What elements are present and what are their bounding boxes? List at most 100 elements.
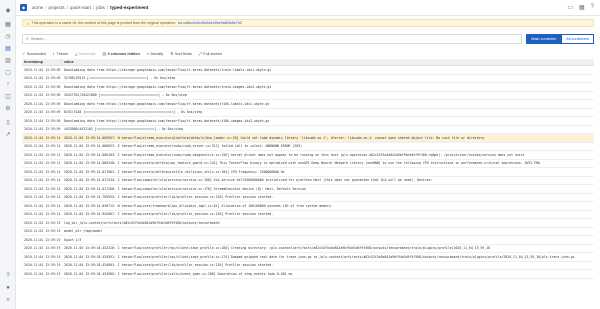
- table-row[interactable]: 2020-11-04 13:59:14 2020-11-04 13:59:14.0…: [22, 151, 594, 160]
- all-containers-button[interactable]: All containers: [561, 33, 594, 44]
- row-timestamp: 2020-11-04 13:59:14: [24, 203, 61, 208]
- original-operation-link[interactable]: ivc-ca6bc0e5c45e5d1b96e9a6f4b8e7d2: [178, 21, 242, 25]
- search-input[interactable]: ⌕ Search...: [22, 33, 523, 44]
- table-row[interactable]: 2020-11-04 13:59:19 2020-11-04 13:59:18.4…: [22, 245, 594, 253]
- row-value: 2020-11-04 13:59:14.006348: I tensorflow…: [64, 161, 540, 166]
- table-row[interactable]: 2020-11-04 13:59:14 2020-11-04 13:59:14.0…: [22, 160, 594, 168]
- terminal-icon[interactable]: ›: [3, 80, 13, 88]
- settings-icon[interactable]: ⚙: [3, 104, 13, 112]
- timestamp-header-label: timestamp: [24, 60, 43, 64]
- row-value: 2020-11-04 13:59:14.942007: I tensorflow…: [64, 212, 274, 217]
- row-timestamp: 2020-11-04 13:59:19: [24, 237, 61, 242]
- theme-icon: ◐: [52, 51, 55, 56]
- columns-hidden-button[interactable]: ▥ 3 columns hidden: [102, 51, 139, 56]
- table-row[interactable]: 2020-11-04 13:59:14 2020-11-04 13:59:14.0…: [22, 143, 594, 151]
- table-row[interactable]: 2020-11-04 13:59:14 2020-11-04 13:59:14.0…: [22, 168, 594, 177]
- table-row[interactable]: 2020-11-04 13:59:14 2020-11-04 13:59:14.8…: [22, 202, 594, 211]
- runs-icon[interactable]: ▤: [3, 44, 13, 52]
- row-timestamp: 2020-11-04 13:59:09: [24, 84, 61, 89]
- row-value: log_dir /plx-context/artifacts/a82c52f5a…: [64, 220, 220, 225]
- folder-icon[interactable]: ▭: [567, 4, 573, 11]
- collapse-icon[interactable]: »: [3, 296, 13, 304]
- value-header-label: value: [64, 60, 74, 64]
- clock-icon[interactable]: ◷: [3, 32, 13, 40]
- row-value: 32768/29515 [===========================…: [64, 76, 176, 81]
- row-timestamp: 2020-11-04 13:59:19: [24, 254, 61, 259]
- link-icon[interactable]: ↗: [3, 130, 13, 138]
- table-row[interactable]: 2020-11-04 13:59:14 2020-11-04 13:59:14.7…: [22, 194, 594, 202]
- row-timestamp: 2020-11-04 13:59:19: [24, 263, 61, 268]
- dashboard-icon[interactable]: ▦: [3, 20, 13, 28]
- grid-icon[interactable]: ▦: [579, 4, 585, 11]
- bookmark-icon[interactable]: ▯: [3, 118, 13, 126]
- table-row[interactable]: 2020-11-04 13:59:19 2020-11-04 13:59:18.4…: [22, 253, 594, 262]
- warning-icon: ⚠: [26, 20, 30, 26]
- help-circle-icon[interactable]: ?: [591, 4, 594, 11]
- table-row[interactable]: 2020-11-04 13:59:19 log_dir /plx-context/…: [22, 219, 594, 228]
- table-row[interactable]: 2020-11-04 13:59:14 2020-11-04 13:59:14.0…: [22, 185, 594, 194]
- table-row[interactable]: 2020-11-04 13:59:19 model_dir /tmp/model: [22, 228, 594, 236]
- column-header-timestamp[interactable]: timestamp: [22, 59, 62, 65]
- table-row[interactable]: 2020-11-04 13:59:09 Downloading data from…: [22, 83, 594, 92]
- file-icon[interactable]: ▢: [3, 68, 13, 76]
- app-logo-icon[interactable]: ◆: [20, 4, 27, 11]
- row-timestamp: 2020-11-04 13:59:14: [24, 161, 61, 166]
- breadcrumb-org[interactable]: acme: [32, 5, 43, 10]
- breadcrumb-separator: /: [106, 5, 109, 10]
- full-screen-button[interactable]: ⤢ Full screen: [199, 52, 222, 56]
- download-button[interactable]: ⤓ Download: [75, 52, 95, 56]
- row-value: Downloading data from https://storage.go…: [64, 101, 270, 106]
- row-timestamp: 2020-11-04 13:59:14: [24, 152, 61, 157]
- table-row[interactable]: 2020-11-04 13:59:14 2020-11-04 13:59:14.9…: [22, 211, 594, 219]
- table-row[interactable]: 2020-11-04 13:59:19 Epoch 1/3: [22, 236, 594, 245]
- table-row[interactable]: 2020-11-04 13:59:09 26427392/26421880 [==…: [22, 92, 594, 100]
- row-value: 2020-11-04 13:59:18.434591: I tensorflow…: [64, 254, 575, 259]
- table-row[interactable]: 2020-11-04 13:59:14 2020-11-04 13:59:14.0…: [22, 177, 594, 185]
- row-timestamp: 2020-11-04 13:59:19: [24, 220, 61, 225]
- table-row[interactable]: 2020-11-04 13:59:09 32768/29515 [========…: [22, 75, 594, 83]
- logs-table: timestamp value 2020-11-04 13:59:09 Downl…: [22, 59, 594, 279]
- row-value: 2020-11-04 13:59:14.005957: W tensorflow…: [64, 135, 485, 140]
- row-timestamp: 2020-11-04 13:59:14: [24, 135, 61, 140]
- table-row[interactable]: 2020-11-04 13:59:09 Downloading data from…: [22, 66, 594, 75]
- row-value: 2020-11-04 13:59:14.017234: I tensorflow…: [64, 178, 433, 183]
- table-row[interactable]: 2020-11-04 13:59:19 2020-11-04 13:59:18.4…: [22, 270, 594, 279]
- row-timestamp: 2020-11-04 13:59:14: [24, 186, 61, 191]
- help-icon[interactable]: ?: [3, 272, 13, 280]
- cache-hit-warning: ⚠ This operation is a cache hit, the con…: [22, 19, 594, 27]
- columns-icon: ▥: [102, 52, 106, 56]
- row-timestamp: 2020-11-04 13:59:14: [24, 178, 61, 183]
- table-row[interactable]: 2020-11-04 13:59:09 4423680/4422102 [====…: [22, 126, 594, 134]
- row-value: 2020-11-04 13:59:18.432416: I tensorflow…: [64, 246, 491, 251]
- column-header-value[interactable]: value: [62, 59, 594, 65]
- row-value: 26427392/26421880 [=====================…: [64, 93, 187, 98]
- table-row[interactable]: 2020-11-04 13:59:09 Downloading data from…: [22, 117, 594, 126]
- container-scope-toggle: Main container All containers: [526, 33, 594, 44]
- table-row[interactable]: 2020-11-04 13:59:14 2020-11-04 13:59:14.0…: [22, 134, 594, 143]
- sort-fields-button[interactable]: ⇅ Sort fields: [170, 51, 192, 56]
- table-row[interactable]: 2020-11-04 13:59:09 Downloading data from…: [22, 100, 594, 109]
- status-filter[interactable]: ✓ Succeeded: [22, 51, 46, 56]
- row-value: 8192/5148 [=============================…: [64, 110, 203, 115]
- columns-hidden-label: 3 columns hidden: [107, 52, 140, 56]
- logs-toolbar: ✓ Succeeded ◐ Theme ⤓ Download ▥ 3 columns h…: [22, 50, 222, 57]
- table-row[interactable]: 2020-11-04 13:59:19 2020-11-04 13:59:18.4…: [22, 262, 594, 270]
- breadcrumb-jobs[interactable]: jobs: [96, 5, 104, 10]
- sort-icon: ⇅: [170, 52, 174, 56]
- breadcrumb-project[interactable]: quick-start: [70, 5, 91, 10]
- user-icon[interactable]: ●: [3, 284, 13, 292]
- density-button[interactable]: ≡ Density: [147, 52, 163, 56]
- theme-label: Theme: [56, 51, 69, 56]
- artifacts-icon[interactable]: ◫: [3, 92, 13, 100]
- row-timestamp: 2020-11-04 13:59:19: [24, 229, 61, 234]
- theme-button[interactable]: ◐ Theme: [53, 52, 69, 56]
- download-label: Download: [78, 51, 96, 56]
- row-timestamp: 2020-11-04 13:59:09: [24, 76, 61, 81]
- breadcrumb-projects[interactable]: projects: [49, 5, 65, 10]
- main-container-button[interactable]: Main container: [526, 33, 562, 44]
- chart-icon[interactable]: ▥: [3, 56, 13, 64]
- home-icon[interactable]: ◆: [3, 6, 13, 14]
- table-row[interactable]: 2020-11-04 13:59:09 8192/5148 [==========…: [22, 109, 594, 117]
- search-icon: ⌕: [26, 35, 29, 42]
- search-row: ⌕ Search... Main container All container…: [22, 33, 594, 44]
